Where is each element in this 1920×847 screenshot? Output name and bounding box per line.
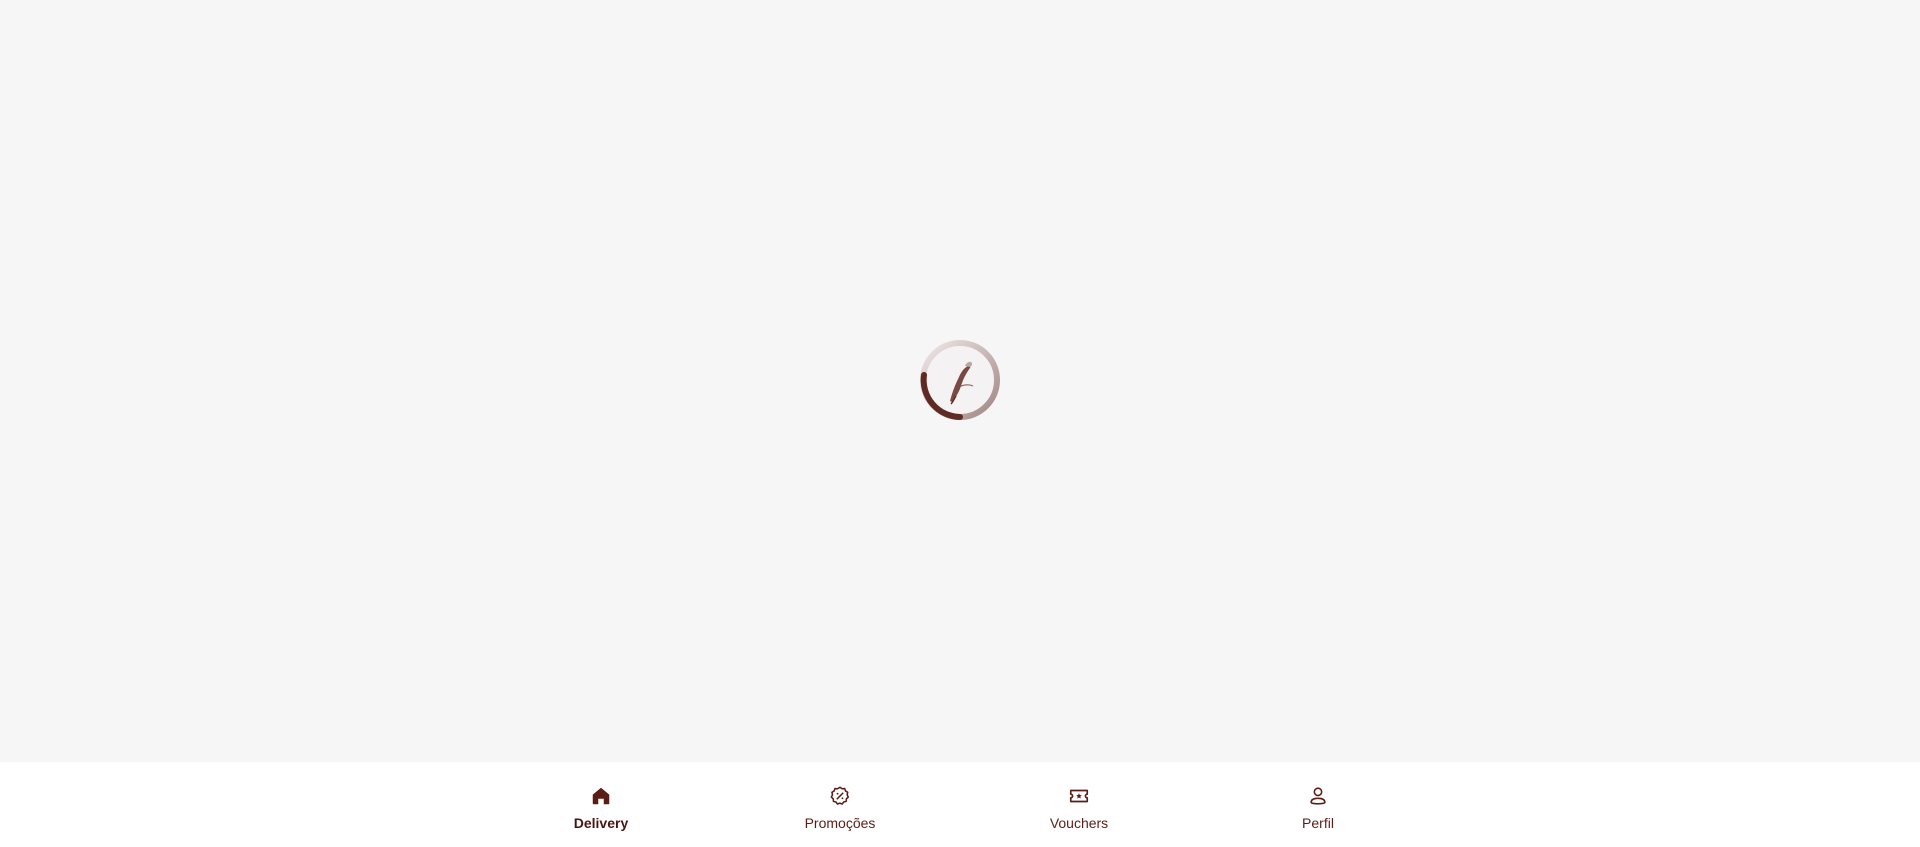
loading-spinner xyxy=(919,339,1001,421)
bottom-navigation: Delivery Promoções Vouchers Perfil xyxy=(0,762,1920,847)
nav-item-delivery[interactable]: Delivery xyxy=(531,762,671,847)
nav-label: Promoções xyxy=(804,815,876,831)
nav-label: Delivery xyxy=(573,815,629,831)
nav-label: Perfil xyxy=(1302,815,1334,831)
discount-badge-icon xyxy=(829,785,851,807)
spinner-ring-icon xyxy=(920,340,1000,420)
user-icon xyxy=(1307,785,1329,807)
main-content xyxy=(0,0,1920,762)
nav-item-promocoes[interactable]: Promoções xyxy=(770,762,910,847)
nav-item-vouchers[interactable]: Vouchers xyxy=(1009,762,1149,847)
nav-label: Vouchers xyxy=(1049,815,1109,831)
nav-item-perfil[interactable]: Perfil xyxy=(1248,762,1388,847)
home-icon xyxy=(590,785,612,807)
ticket-icon xyxy=(1068,785,1090,807)
